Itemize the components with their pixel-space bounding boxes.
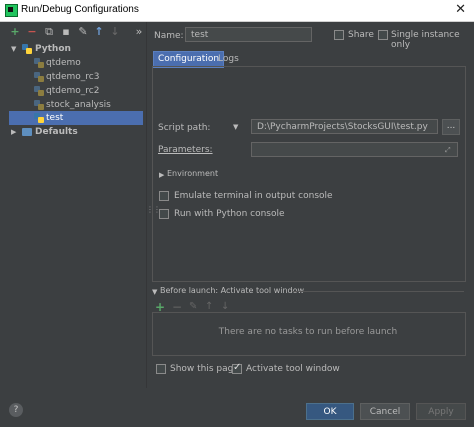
environment-expand-icon[interactable]: ▶ [159, 171, 164, 179]
window-title: Run/Debug Configurations [21, 4, 139, 15]
single-instance-label: Single instance only [391, 30, 460, 50]
remove-configuration-icon[interactable]: − [26, 26, 38, 38]
python-console-checkbox[interactable] [159, 209, 169, 219]
script-type-dropdown-icon[interactable]: ▼ [233, 123, 238, 131]
script-path-input[interactable]: D:\PycharmProjects\StocksGUI\test.py [251, 119, 438, 134]
python-config-icon [34, 100, 44, 110]
emulate-terminal-checkbox[interactable] [159, 191, 169, 201]
ok-button[interactable]: OK [306, 403, 354, 420]
close-icon[interactable]: ✕ [455, 2, 466, 17]
move-task-up-icon[interactable]: ↑ [205, 301, 213, 312]
window-title-bar: Run/Debug Configurations ✕ [0, 0, 474, 22]
parameters-input[interactable] [251, 142, 458, 157]
tree-item-label: test [46, 113, 64, 123]
more-actions-icon[interactable]: » [133, 26, 145, 38]
tree-node-python[interactable]: ▼ Python [0, 42, 144, 56]
tree-node-defaults[interactable]: ▶ Defaults [0, 125, 144, 139]
splitter-handle[interactable]: ⋮⋮ [146, 205, 161, 217]
tree-item-label: stock_analysis [46, 100, 111, 110]
tree-item-label: qtdemo_rc2 [46, 86, 100, 96]
name-input[interactable]: test [185, 27, 312, 42]
before-launch-title: Before launch: Activate tool window [160, 286, 305, 295]
python-config-icon [34, 58, 44, 68]
move-task-down-icon[interactable]: ↓ [221, 301, 229, 312]
name-label: Name: [154, 31, 184, 41]
activate-tool-window-label: Activate tool window [246, 364, 340, 374]
edit-task-icon[interactable]: ✎ [189, 301, 197, 312]
parameters-label: Parameters: [158, 145, 213, 155]
save-configuration-icon[interactable]: ▪ [60, 26, 72, 38]
expand-arrow-icon[interactable]: ▼ [11, 42, 16, 56]
tree-item-label: qtdemo [46, 58, 81, 68]
tree-item-qtdemo-rc3[interactable]: qtdemo_rc3 [0, 70, 144, 84]
show-page-checkbox[interactable] [156, 364, 166, 374]
emulate-terminal-label: Emulate terminal in output console [174, 191, 333, 201]
edit-defaults-icon[interactable]: ✎ [77, 26, 89, 38]
share-label: Share [348, 30, 374, 40]
show-page-label: Show this page [170, 364, 239, 374]
section-separator [292, 291, 464, 292]
empty-tasks-text: There are no tasks to run before launch [218, 327, 398, 337]
tree-item-stock-analysis[interactable]: stock_analysis [0, 98, 144, 112]
tree-item-qtdemo[interactable]: qtdemo [0, 56, 144, 70]
tree-item-qtdemo-rc2[interactable]: qtdemo_rc2 [0, 84, 144, 98]
tree-item-test[interactable]: test [9, 111, 143, 125]
move-up-icon[interactable]: ↑ [93, 26, 105, 38]
help-icon[interactable]: ? [9, 403, 23, 417]
single-instance-checkbox[interactable] [378, 30, 388, 40]
tree-item-label: qtdemo_rc3 [46, 72, 100, 82]
python-config-icon [34, 113, 44, 123]
expand-parameters-icon[interactable]: ⤢ [445, 146, 451, 155]
collapse-arrow-icon[interactable]: ▶ [11, 125, 16, 139]
python-console-label: Run with Python console [174, 209, 285, 219]
copy-configuration-icon[interactable]: ⧉ [43, 26, 55, 38]
script-path-label: Script path: [158, 123, 211, 133]
before-launch-collapse-icon[interactable]: ▼ [152, 288, 157, 296]
environment-section-label[interactable]: Environment [167, 169, 218, 178]
pycharm-app-icon [5, 4, 18, 17]
apply-button[interactable]: Apply [416, 403, 466, 420]
browse-script-button[interactable]: ... [442, 119, 460, 135]
cancel-button[interactable]: Cancel [360, 403, 410, 420]
python-icon [22, 44, 32, 54]
activate-tool-window-checkbox[interactable] [232, 362, 242, 374]
tree-node-label: Python [35, 44, 71, 54]
defaults-folder-icon [22, 128, 32, 136]
tree-node-label: Defaults [35, 127, 78, 137]
python-config-icon [34, 72, 44, 82]
share-checkbox[interactable] [334, 30, 344, 40]
tab-logs[interactable]: Logs [214, 52, 243, 67]
configuration-tree-panel: + − ⧉ ▪ ✎ ↑ ↓ » ▼ Python qtdemo qtdemo_r… [0, 22, 146, 388]
move-down-icon[interactable]: ↓ [109, 26, 121, 38]
python-config-icon [34, 86, 44, 96]
add-configuration-icon[interactable]: + [9, 26, 21, 38]
